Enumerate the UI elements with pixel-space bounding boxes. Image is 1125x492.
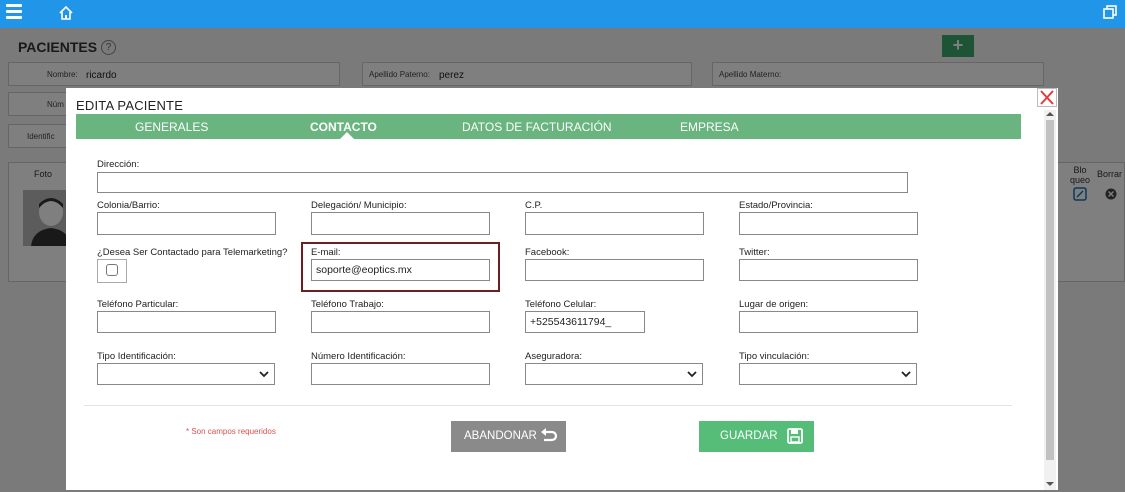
chevron-down-icon — [259, 371, 269, 378]
modal-scrollbar[interactable] — [1044, 110, 1056, 490]
telemarketing-label: ¿Desea Ser Contactado para Telemarketing… — [97, 247, 288, 258]
facebook-input[interactable] — [525, 259, 704, 281]
email-input[interactable]: soporte@eoptics.mx — [311, 259, 490, 281]
facebook-label: Facebook: — [525, 247, 570, 258]
tipo-identificacion-label: Tipo Identificación: — [97, 351, 176, 362]
save-button-label: GUARDAR — [720, 430, 778, 442]
email-label: E-mail: — [311, 247, 341, 258]
cp-input[interactable] — [525, 212, 704, 235]
required-note: * Son campos requeridos — [186, 427, 276, 436]
floppy-disk-icon — [787, 428, 803, 444]
scrollbar-thumb[interactable] — [1046, 120, 1054, 460]
tel-trabajo-input[interactable] — [311, 311, 490, 333]
tipo-vinculacion-label: Tipo vinculación: — [739, 351, 810, 362]
undo-icon — [541, 428, 558, 442]
tel-particular-label: Teléfono Particular: — [97, 299, 179, 310]
tel-celular-input[interactable]: +525543611794_ — [525, 311, 645, 333]
tab-generales[interactable]: GENERALES — [135, 120, 208, 134]
edit-patient-modal: EDITA PACIENTE GENERALES CONTACTO DATOS … — [66, 88, 1058, 490]
tab-datos-facturacion[interactable]: DATOS DE FACTURACIÓN — [462, 120, 612, 134]
active-tab-indicator — [340, 132, 354, 139]
top-bar — [0, 0, 1125, 28]
tab-bar: GENERALES CONTACTO DATOS DE FACTURACIÓN … — [76, 114, 1021, 139]
chevron-down-icon — [687, 371, 697, 378]
aseguradora-select[interactable] — [525, 363, 703, 385]
estado-label: Estado/Provincia: — [739, 200, 813, 211]
lugar-origen-label: Lugar de origen: — [739, 299, 809, 310]
direccion-label: Dirección: — [97, 159, 140, 170]
save-button[interactable]: GUARDAR — [699, 421, 814, 452]
tipo-identificacion-select[interactable] — [97, 363, 275, 385]
divider — [84, 405, 1012, 406]
abandon-button[interactable]: ABANDONAR — [451, 421, 566, 452]
numero-identificacion-input[interactable] — [311, 363, 490, 385]
tel-celular-label: Teléfono Celular: — [525, 299, 597, 310]
menu-icon[interactable] — [6, 4, 24, 22]
numero-identificacion-label: Número Identificación: — [311, 351, 406, 362]
twitter-label: Twitter: — [739, 247, 770, 258]
abandon-button-label: ABANDONAR — [464, 430, 537, 442]
delegacion-input[interactable] — [311, 212, 490, 235]
scroll-up-icon[interactable] — [1046, 112, 1054, 116]
chevron-down-icon — [901, 371, 911, 378]
aseguradora-label: Aseguradora: — [525, 351, 583, 362]
home-icon[interactable] — [58, 5, 74, 21]
colonia-label: Colonia/Barrio: — [97, 200, 160, 211]
tel-trabajo-label: Teléfono Trabajo: — [311, 299, 384, 310]
restore-window-icon[interactable] — [1103, 5, 1117, 19]
direccion-input[interactable] — [97, 172, 908, 193]
colonia-input[interactable] — [97, 212, 276, 235]
lugar-origen-input[interactable] — [739, 311, 918, 333]
estado-input[interactable] — [739, 212, 918, 235]
telemarketing-checkbox-frame — [97, 259, 127, 283]
tel-particular-input[interactable] — [97, 311, 276, 333]
modal-title: EDITA PACIENTE — [76, 98, 184, 113]
close-icon — [1040, 90, 1054, 105]
tab-empresa[interactable]: EMPRESA — [680, 120, 739, 134]
telemarketing-checkbox[interactable] — [106, 264, 118, 276]
scroll-down-icon[interactable] — [1046, 482, 1054, 486]
cp-label: C.P. — [525, 200, 543, 211]
twitter-input[interactable] — [739, 259, 918, 281]
close-button[interactable] — [1037, 88, 1057, 107]
tipo-vinculacion-select[interactable] — [739, 363, 917, 385]
delegacion-label: Delegación/ Municipio: — [311, 200, 407, 211]
